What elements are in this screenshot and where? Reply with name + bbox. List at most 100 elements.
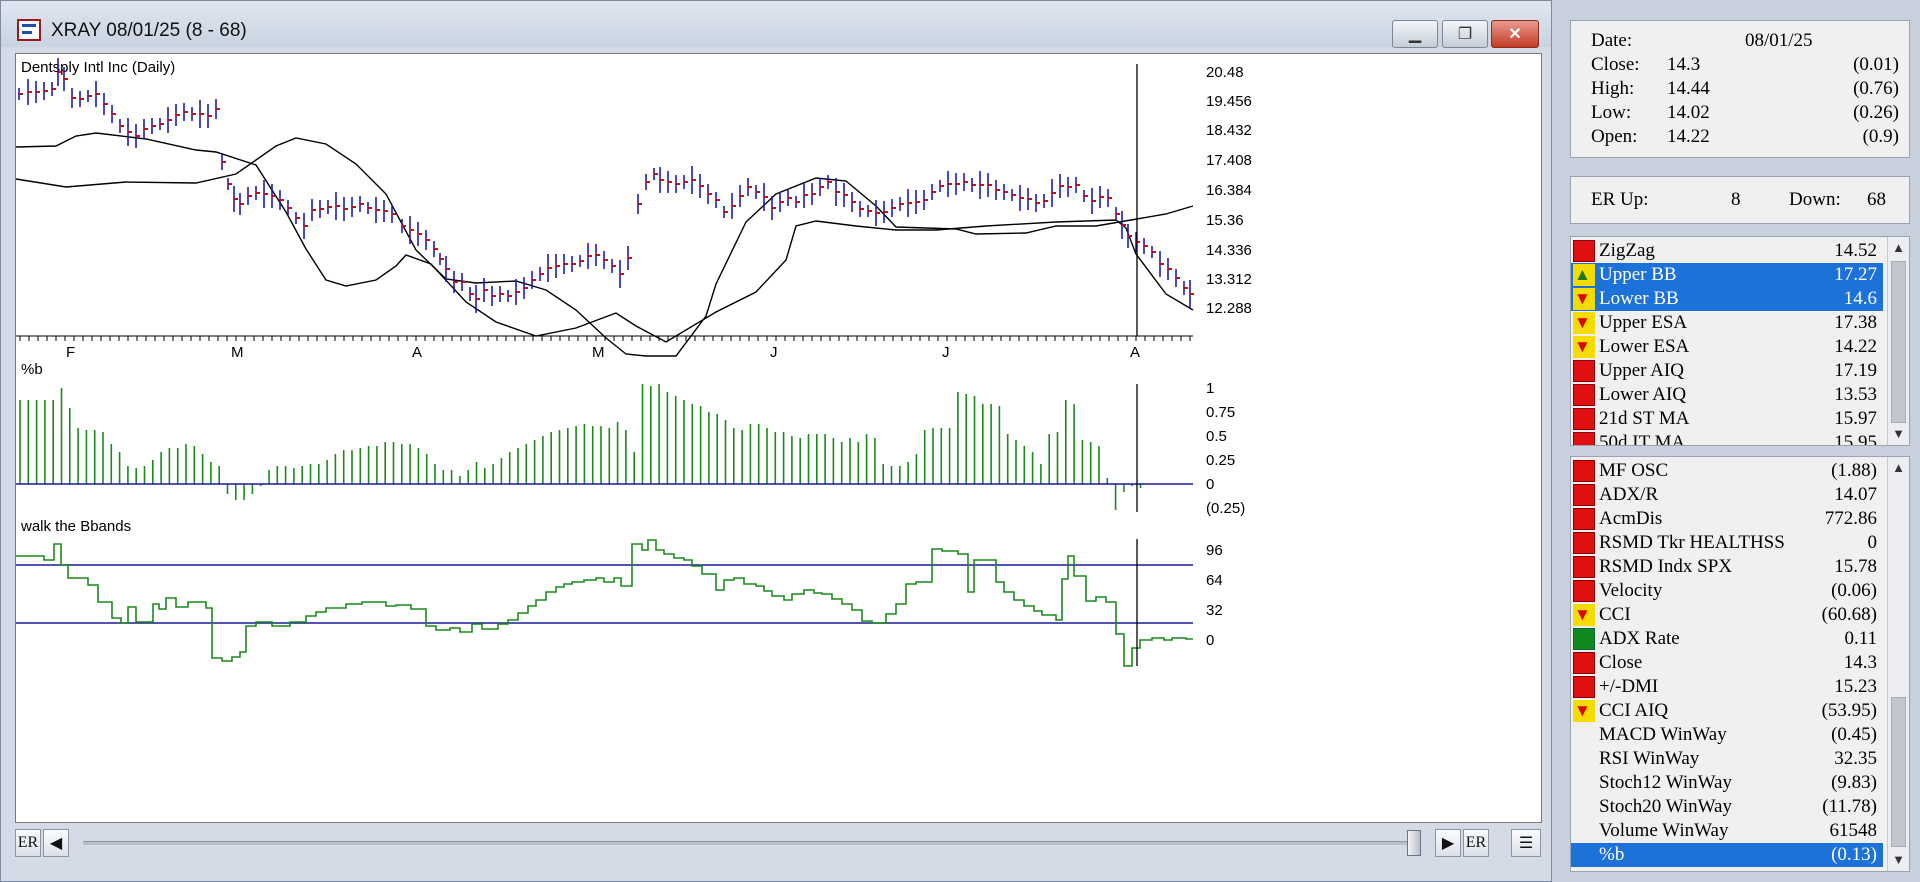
price-bar [979,171,984,199]
price-bar [343,197,348,221]
indicator-top-upper-aiq[interactable]: Upper AIQ 17.19 [1571,359,1883,383]
arrow-up-icon: ▲ [1574,265,1591,284]
scroll-up-icon[interactable]: ▲ [1888,457,1909,479]
scroll-left-button[interactable]: ◀ [43,829,69,857]
price-bar [1059,174,1064,198]
price-axis-tick-label: 12.288 [1206,300,1252,317]
list-menu-button[interactable]: ☰ [1511,829,1541,857]
bar-info-change: (0.26) [1853,102,1899,123]
indicator-top-lower-bb[interactable]: ▼ Lower BB 14.6 [1571,287,1883,311]
scroll-track[interactable] [83,841,1419,845]
scroll-thumb-top[interactable] [1891,261,1906,423]
price-bar [653,168,658,180]
price-bar [731,193,736,219]
indicator-top-lower-esa[interactable]: ▼ Lower ESA 14.22 [1571,335,1883,359]
price-bar [587,243,592,269]
indicator-list-bottom-scrollbar[interactable]: ▲ ▼ [1887,457,1909,871]
price-bar [95,81,100,107]
price-bar [963,173,968,191]
indicator-bottom-acmdis[interactable]: AcmDis 772.86 [1571,507,1883,531]
price-bar [883,201,888,223]
price-bar [659,167,664,193]
minimize-button[interactable]: ▁ [1392,20,1438,48]
scroll-thumb[interactable] [1407,830,1421,856]
title-bar[interactable]: XRAY 08/01/25 (8 - 68) ▁ ❐ ✕ [1,1,1551,48]
price-bar [51,82,56,96]
price-bar [763,183,768,211]
price-bar [971,178,976,192]
bar-info-label: Open: [1591,126,1638,147]
indicator-bottom-rsmd-indx-spx[interactable]: RSMD Indx SPX 15.78 [1571,555,1883,579]
indicator-top-zigzag[interactable]: ZigZag 14.52 [1571,239,1883,263]
signal-marker [1573,556,1595,578]
price-bar [747,178,752,196]
indicator-bottom-b[interactable]: %b (0.13) [1571,843,1883,867]
arrow-down-icon: ▼ [1574,337,1591,356]
price-bar [1051,179,1056,207]
indicator-bottom-volume-winway[interactable]: Volume WinWay 61548 [1571,819,1883,843]
indicator-top-upper-bb[interactable]: ▲ Upper BB 17.27 [1571,263,1883,287]
scroll-right-button[interactable]: ▶ [1435,829,1461,857]
indicator-name: +/-DMI [1599,676,1659,697]
chart-canvas[interactable]: Dentsply Intl Inc (Daily) 20.48 19.456 18.… [15,53,1542,823]
indicator-bottom-stoch20-winway[interactable]: Stoch20 WinWay (11.78) [1571,795,1883,819]
indicator-bottom-cci-aiq[interactable]: ▼ CCI AIQ (53.95) [1571,699,1883,723]
indicator-bottom-dmi[interactable]: +/-DMI 15.23 [1571,675,1883,699]
indicator-name: Stoch20 WinWay [1599,796,1732,817]
price-bar [691,166,696,194]
price-bar [827,175,832,189]
indicator-bottom-macd-winway[interactable]: MACD WinWay (0.45) [1571,723,1883,747]
signal-marker [1573,432,1595,445]
price-bar [1099,186,1104,208]
er-left-button[interactable]: ER [15,829,41,857]
scroll-down-icon[interactable]: ▼ [1888,849,1909,871]
indicator-top-lower-aiq[interactable]: Lower AIQ 13.53 [1571,383,1883,407]
lower-bollinger-band [15,132,1194,343]
scroll-down-icon[interactable]: ▼ [1888,423,1909,445]
price-bar [111,105,116,123]
indicator-top-21d-st-ma[interactable]: 21d ST MA 15.97 [1571,407,1883,431]
price-bar [233,186,238,212]
chart-app-icon[interactable] [17,19,41,41]
indicator-list-top-scrollbar[interactable]: ▲ ▼ [1887,237,1909,445]
price-axis-tick-label: 15.36 [1206,212,1244,229]
indicator-value: (53.95) [1821,700,1877,721]
indicator-bottom-close[interactable]: Close 14.3 [1571,651,1883,675]
price-bar [1189,280,1194,308]
indicator-bottom-velocity[interactable]: Velocity (0.06) [1571,579,1883,603]
chart-window: XRAY 08/01/25 (8 - 68) ▁ ❐ ✕ Dentsply In… [0,0,1552,882]
price-bar [247,187,252,205]
price-bar [453,271,458,293]
indicator-list-top[interactable]: ▲ ▼ ZigZag 14.52 ▲ Upper BB 17.27 ▼ Lower BB 14… [1570,236,1910,446]
indicator-list-bottom[interactable]: ▲ ▼ MF OSC (1.88) ADX/R 14.07 AcmDis 772.86 RS… [1570,456,1910,872]
price-bar [995,180,1000,200]
indicator-name: Lower ESA [1599,336,1690,357]
indicator-name: RSMD Indx SPX [1599,556,1733,577]
scroll-thumb-bottom[interactable] [1891,697,1906,847]
bar-info-value: 14.02 [1667,102,1710,123]
indicator-bottom-cci[interactable]: ▼ CCI (60.68) [1571,603,1883,627]
upper-bollinger-band [15,137,1194,357]
indicator-top-upper-esa[interactable]: ▼ Upper ESA 17.38 [1571,311,1883,335]
er-down-value: 68 [1867,189,1886,210]
chart-scrollbar-row: ER ◀ ▶ ER ☰ [15,827,1542,861]
maximize-button[interactable]: ❐ [1442,20,1488,48]
indicator-bottom-stoch12-winway[interactable]: Stoch12 WinWay (9.83) [1571,771,1883,795]
indicator-bottom-rsi-winway[interactable]: RSI WinWay 32.35 [1571,747,1883,771]
price-bar [417,222,422,246]
price-bar [715,192,720,208]
price-bars [18,58,1194,313]
indicator-bottom-adx-r[interactable]: ADX/R 14.07 [1571,483,1883,507]
indicator-bottom-adx-rate[interactable]: ADX Rate 0.11 [1571,627,1883,651]
signal-marker [1573,360,1595,382]
scroll-up-icon[interactable]: ▲ [1888,237,1909,259]
indicator-bottom-mf-osc[interactable]: MF OSC (1.88) [1571,459,1883,483]
er-right-button[interactable]: ER [1463,829,1489,857]
indicator-bottom-rsmd-tkr-healthss[interactable]: RSMD Tkr HEALTHSS 0 [1571,531,1883,555]
price-bar [119,119,124,133]
indicator-value: (60.68) [1821,604,1877,625]
chart-svg[interactable]: Dentsply Intl Inc (Daily) 20.48 19.456 18.… [15,54,1541,822]
close-button[interactable]: ✕ [1491,20,1539,48]
price-bar [71,88,76,108]
indicator-top-50d-it-ma[interactable]: 50d IT MA 15.95 [1571,431,1883,445]
